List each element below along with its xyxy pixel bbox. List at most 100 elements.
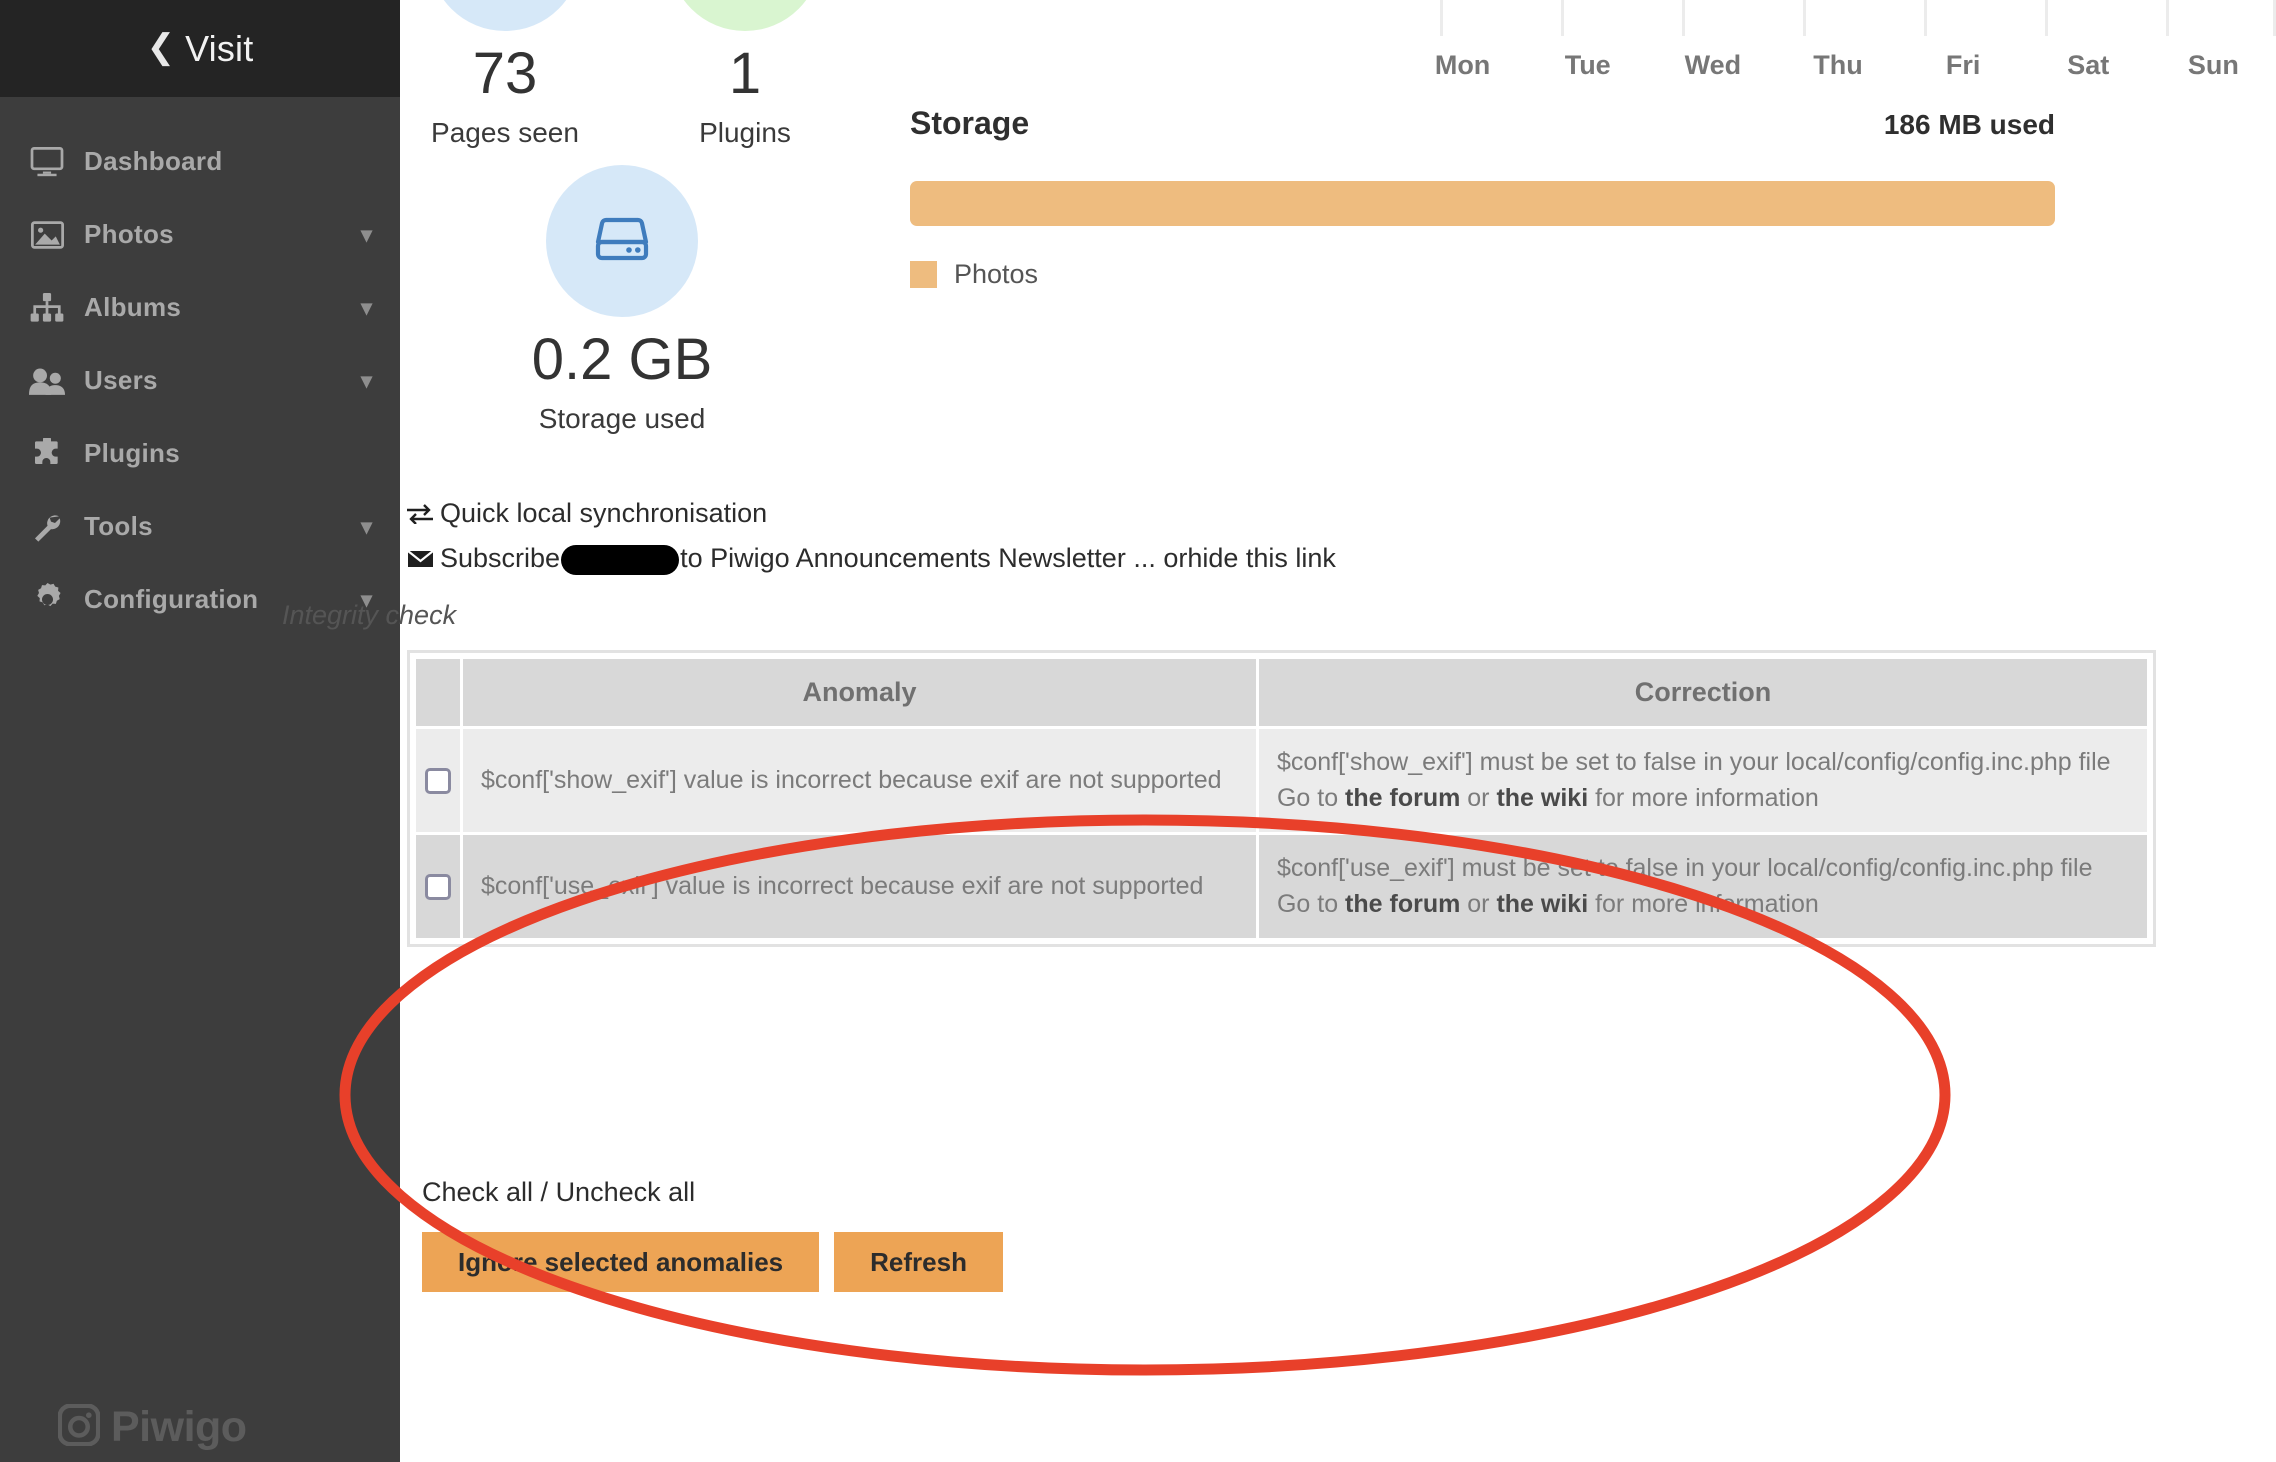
correction-prefix: Go to: [1276, 783, 1346, 812]
correction-line-1: $conf['show_exif'] must be set to false …: [1276, 748, 2111, 776]
quick-local-synchronisation-link[interactable]: Quick local synchronisation: [440, 498, 767, 529]
day-label: Tue: [1564, 50, 1611, 80]
sidebar-item-label: Plugins: [84, 438, 180, 468]
day-label: Sun: [2187, 50, 2239, 80]
storage-used-label: 186 MB used: [1883, 109, 2055, 140]
anomalies-table-body: $conf['show_exif'] value is incorrect be…: [416, 729, 2147, 938]
chevron-down-icon[interactable]: ▾: [361, 514, 372, 540]
correction-prefix: Go to: [1276, 889, 1346, 918]
correction-suffix: for more information: [1588, 889, 1819, 918]
redaction-bar: [561, 544, 680, 575]
gear-icon: [18, 583, 76, 616]
integrity-check-table-wrapper: Anomaly Correction $conf['show_exif'] va…: [407, 650, 2156, 947]
stat-card-plugins: 1 Plugins: [575, 0, 915, 147]
sidebar-item-photos[interactable]: Photos ▾: [0, 198, 400, 271]
wiki-link[interactable]: the wiki: [1496, 784, 1588, 812]
quick-links: Quick local synchronisation Subscribe to…: [407, 498, 1336, 588]
gridline: [1803, 0, 1806, 36]
chevron-down-icon[interactable]: ▾: [361, 368, 372, 394]
hide-this-link[interactable]: hide this link: [1187, 543, 1336, 574]
integrity-check-title: Integrity check: [282, 600, 457, 630]
stat-caption: Storage used: [538, 403, 706, 434]
column-header-anomaly: Anomaly: [463, 659, 1256, 726]
correction-mid: or: [1460, 889, 1497, 918]
gridline: [1924, 0, 1927, 36]
subscribe-link[interactable]: Subscribe: [440, 543, 560, 574]
storage-panel: Storage 186 MB used Photos: [910, 105, 2055, 290]
wrench-icon: [18, 511, 76, 543]
week-chart-day-labels: Mon Tue Wed Thu Fri Sat Sun: [1400, 50, 2276, 81]
stat-icon-circle: [429, 0, 581, 31]
row-checkbox-cell: [416, 729, 460, 832]
gridline: [1561, 0, 1564, 36]
chevron-down-icon[interactable]: ▾: [361, 222, 372, 248]
sidebar-item-label: Dashboard: [84, 146, 223, 176]
chevron-down-icon[interactable]: ▾: [361, 295, 372, 321]
sidebar-item-label: Configuration: [84, 584, 259, 614]
anomalies-table: Anomaly Correction $conf['show_exif'] va…: [413, 656, 2150, 941]
table-row: $conf['show_exif'] value is incorrect be…: [416, 729, 2147, 832]
forum-link[interactable]: the forum: [1345, 890, 1460, 918]
legend-label-photos: Photos: [954, 259, 1039, 289]
gridline: [2166, 0, 2169, 36]
wiki-link[interactable]: the wiki: [1496, 890, 1588, 918]
sidebar-item-label: Tools: [84, 511, 153, 541]
correction-mid: or: [1460, 783, 1497, 812]
day-label: Sat: [2067, 50, 2110, 80]
sidebar-item-plugins[interactable]: Plugins: [0, 417, 400, 490]
camera-icon: [57, 1403, 101, 1451]
gridline: [2045, 0, 2048, 36]
image-icon: [18, 220, 76, 249]
gridline: [1682, 0, 1685, 36]
check-all-controls: Check all / Uncheck all: [422, 1177, 695, 1208]
correction-line-1: $conf['use_exif'] must be set to false i…: [1276, 854, 2093, 882]
anomaly-text: $conf['use_exif'] value is incorrect bec…: [463, 835, 1256, 938]
exchange-icon: [407, 503, 437, 524]
day-label: Fri: [1945, 50, 1981, 80]
sidebar-item-users[interactable]: Users ▾: [0, 344, 400, 417]
table-header-row: Anomaly Correction: [416, 659, 2147, 726]
integrity-actions: Ignore selected anomalies Refresh: [422, 1232, 1003, 1292]
sidebar-item-tools[interactable]: Tools ▾: [0, 490, 400, 563]
legend-swatch-photos: [910, 261, 937, 288]
storage-header: Storage 186 MB used: [910, 105, 2055, 142]
storage-usage-bar: [910, 181, 2055, 226]
anomaly-text: $conf['show_exif'] value is incorrect be…: [463, 729, 1256, 832]
puzzle-piece-icon: [18, 437, 76, 470]
hard-drive-icon: [593, 214, 651, 269]
sidebar-item-albums[interactable]: Albums ▾: [0, 271, 400, 344]
ignore-selected-anomalies-button[interactable]: Ignore selected anomalies: [422, 1232, 820, 1292]
forum-link[interactable]: the forum: [1345, 784, 1460, 812]
stat-card-storage-used: 0.2 GB Storage used: [452, 165, 792, 433]
correction-suffix: for more information: [1588, 783, 1819, 812]
app-window: ❮ Visit Dashboard Photos ▾ Albums ▾ User…: [0, 0, 2276, 1462]
sitemap-icon: [18, 292, 76, 323]
day-label: Mon: [1434, 50, 1491, 80]
sidebar-item-label: Users: [84, 365, 158, 395]
day-label: Wed: [1684, 50, 1742, 80]
sidebar-item-label: Photos: [84, 219, 174, 249]
piwigo-logo: Piwigo: [57, 1403, 247, 1452]
quick-sync-row: Quick local synchronisation: [407, 498, 1336, 529]
uncheck-all-link[interactable]: Uncheck all: [556, 1177, 696, 1207]
stat-caption: Plugins: [699, 117, 791, 148]
separator: /: [533, 1177, 556, 1207]
column-header-checkbox: [416, 659, 460, 726]
piwigo-wordmark: Piwigo: [111, 1403, 247, 1451]
newsletter-text: to Piwigo Announcements Newsletter ... o…: [680, 543, 1188, 573]
storage-legend: Photos: [910, 259, 2055, 290]
newsletter-row: Subscribe to Piwigo Announcements Newsle…: [407, 543, 1336, 575]
check-all-link[interactable]: Check all: [422, 1177, 533, 1207]
gridline: [1440, 0, 1443, 36]
visit-label: Visit: [185, 27, 254, 69]
envelope-icon: [407, 549, 437, 569]
correction-cell: $conf['use_exif'] must be set to false i…: [1258, 835, 2147, 938]
monitor-icon: [18, 146, 76, 177]
stat-icon-circle: [546, 165, 698, 317]
stat-icon-circle: [669, 0, 821, 31]
refresh-button[interactable]: Refresh: [834, 1232, 1003, 1292]
anomaly-checkbox[interactable]: [425, 768, 451, 795]
main-content: 73 Pages seen 1 Plugins 0.2 GB Storage u…: [282, 0, 2276, 1462]
sidebar: ❮ Visit Dashboard Photos ▾ Albums ▾ User…: [0, 0, 400, 1462]
anomaly-checkbox[interactable]: [425, 874, 451, 901]
